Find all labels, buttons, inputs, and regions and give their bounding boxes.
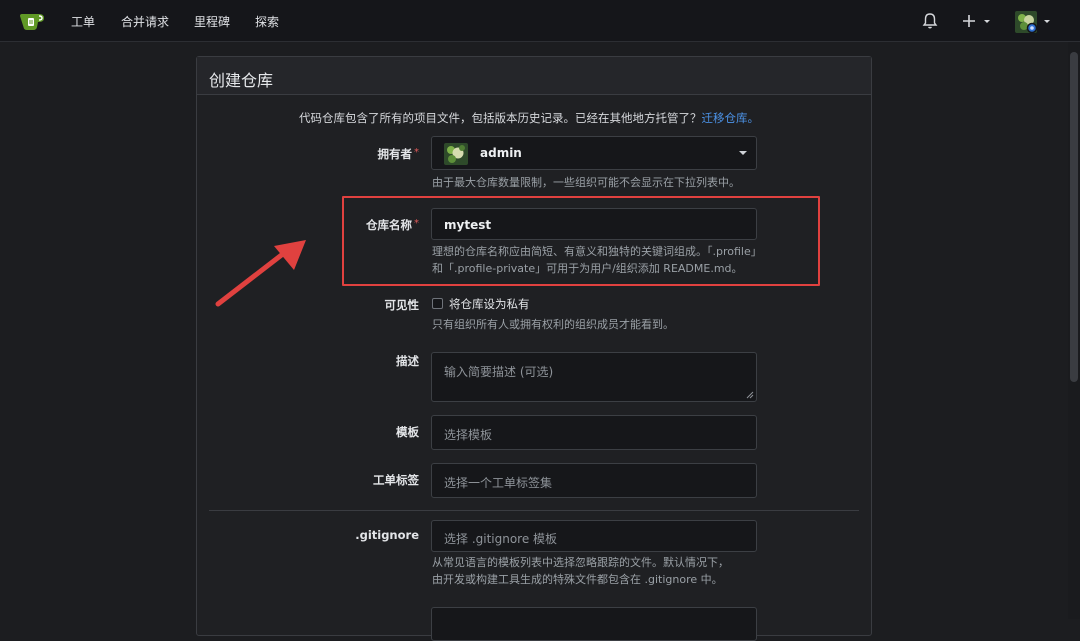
nav-issues[interactable]: 工单 (71, 13, 95, 30)
visibility-label: 可见性 (384, 298, 420, 312)
gitignore-label: .gitignore (355, 528, 419, 542)
nav-explore[interactable]: 探索 (255, 13, 279, 30)
owner-help: 由于最大仓库数量限制，一些组织可能不会显示在下拉列表中。 (432, 176, 740, 189)
owner-label: 拥有者 * (309, 146, 420, 162)
intro-text: 代码仓库包含了所有的项目文件，包括版本历史记录。已经在其他地方托管了？迁移仓库。 (299, 110, 759, 126)
template-label: 模板 (396, 425, 419, 439)
gitea-logo-icon[interactable] (19, 10, 45, 32)
private-checkbox[interactable] (432, 298, 443, 309)
owner-dropdown[interactable]: admin (431, 136, 757, 170)
issue-labels-label: 工单标签 (373, 473, 419, 487)
section-divider (209, 510, 859, 511)
nav-milestones[interactable]: 里程碑 (194, 13, 230, 30)
create-repo-panel: 创建仓库 代码仓库包含了所有的项目文件，包括版本历史记录。已经在其他地方托管了？… (196, 56, 872, 641)
owner-avatar (444, 143, 468, 165)
intro-description: 代码仓库包含了所有的项目文件，包括版本历史记录。已经在其他地方托管了？ (299, 111, 702, 125)
gitignore-help-line1: 从常见语言的模板列表中选择忽略跟踪的文件。默认情况下， (432, 556, 729, 569)
chevron-down-icon (739, 151, 747, 155)
gitignore-placeholder: 选择 .gitignore 模板 (444, 532, 558, 546)
panel-header: 创建仓库 (197, 57, 871, 95)
visibility-help: 只有组织所有人或拥有权利的组织成员才能看到。 (432, 318, 674, 331)
user-avatar[interactable] (1014, 10, 1052, 34)
nav-pull-requests[interactable]: 合并请求 (121, 13, 169, 30)
description-label: 描述 (396, 354, 419, 368)
migrate-repo-link[interactable]: 迁移仓库。 (702, 111, 760, 125)
description-placeholder: 输入简要描述 (可选) (444, 365, 554, 379)
plus-icon[interactable] (962, 12, 992, 30)
issue-labels-placeholder: 选择一个工单标签集 (444, 476, 553, 490)
page-scrollbar[interactable] (1068, 42, 1080, 619)
resize-handle-icon[interactable] (746, 391, 754, 399)
gitignore-select[interactable]: 选择 .gitignore 模板 (431, 520, 757, 552)
highlight-annotation-box (342, 196, 820, 286)
page-title: 创建仓库 (209, 71, 274, 90)
scrollbar-thumb[interactable] (1070, 52, 1078, 382)
gitignore-help-line2: 由开发或构建工具生成的特殊文件都包含在 .gitignore 中。 (432, 573, 723, 586)
owner-value: admin (480, 146, 522, 160)
required-mark: * (414, 147, 419, 158)
owner-label-text: 拥有者 (377, 147, 413, 161)
top-navbar: 工单 合并请求 里程碑 探索 (0, 0, 1080, 42)
next-field-input[interactable] (431, 607, 757, 641)
bell-icon[interactable] (922, 12, 938, 30)
template-placeholder: 选择模板 (444, 428, 493, 442)
issue-labels-select[interactable]: 选择一个工单标签集 (431, 463, 757, 498)
arrow-annotation-icon (215, 240, 306, 307)
private-checkbox-label[interactable]: 将仓库设为私有 (449, 296, 530, 312)
template-select[interactable]: 选择模板 (431, 415, 757, 450)
description-textarea[interactable]: 输入简要描述 (可选) (431, 352, 757, 402)
